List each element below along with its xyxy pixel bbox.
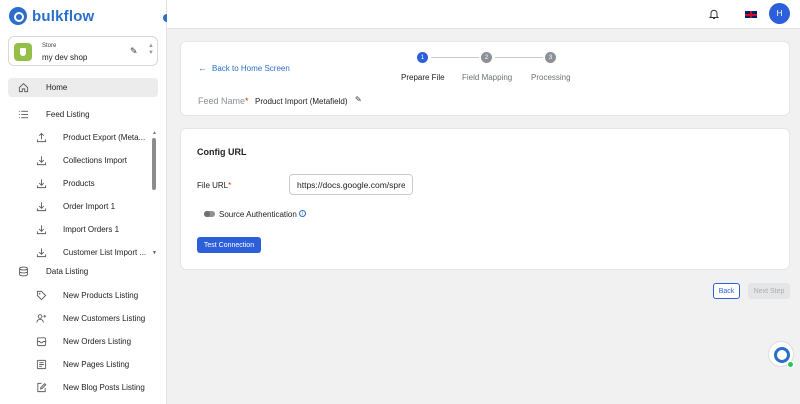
sidebar-item-label: New Blog Posts Listing [63,383,145,392]
download-icon [35,224,47,236]
file-url-label: File URL* [197,181,232,190]
bell-icon[interactable] [708,8,720,20]
import-stepper: 1 2 3 Prepare File Field Mapping Process… [181,42,791,87]
user-plus-icon [35,313,47,325]
feed-name-label: Feed Name* [198,96,249,106]
order-icon [35,336,47,348]
sidebar-item-label: New Pages Listing [63,360,130,369]
download-icon [35,247,47,259]
pencil-icon[interactable]: ✎ [130,46,138,57]
test-connection-button[interactable]: Test Connection [197,237,261,253]
sidebar-item-label: New Products Listing [63,291,139,300]
sidebar-item-label: Customer List Import ... [63,248,147,257]
online-status-icon [787,361,794,368]
step-2-label: Field Mapping [462,73,513,82]
sidebar-item-label: Collections Import [63,156,128,165]
sidebar-item-customer-list-import[interactable]: Customer List Import ... [8,243,158,262]
store-label: Store [42,43,57,49]
sidebar-item-label: Data Listing [46,267,89,276]
sidebar-item-order-import-1[interactable]: Order Import 1 [8,197,158,216]
info-icon[interactable]: i [299,210,306,217]
sidebar: bulkflow Store my dev shop ✎ ▲ ▼ Home Fee… [0,0,167,404]
step-3-label: Processing [531,73,571,82]
download-icon [35,178,47,190]
sidebar-item-data-listing[interactable]: Data Listing [8,262,158,281]
pages-icon [35,359,47,371]
app-logo[interactable]: bulkflow [9,6,94,26]
chat-widget-button[interactable] [768,341,794,368]
sidebar-item-new-pages-listing[interactable]: New Pages Listing [8,355,158,374]
app-name: bulkflow [32,7,95,25]
pencil-icon[interactable]: ✎ [355,95,362,104]
sidebar-item-label: Feed Listing [46,110,90,119]
sidebar-item-new-blog-posts-listing[interactable]: New Blog Posts Listing [8,378,158,397]
file-url-input[interactable] [289,174,413,195]
top-bar: H [167,0,800,29]
sidebar-item-new-orders-listing[interactable]: New Orders Listing [8,332,158,351]
sidebar-item-feed-listing[interactable]: Feed Listing [8,105,158,124]
step-2-indicator: 2 [481,52,492,63]
step-connector [495,57,543,58]
sidebar-scrollbar[interactable]: ▲ ▼ [152,130,157,258]
store-selector[interactable]: Store my dev shop ✎ ▲ ▼ [8,36,158,66]
sidebar-item-label: Order Import 1 [63,202,116,211]
tag-icon [35,290,47,302]
step-connector [431,57,479,58]
sidebar-item-label: Product Export (Meta... [63,133,146,142]
uk-flag-icon[interactable] [745,11,757,18]
edit-icon [35,382,47,394]
config-url-title: Config URL [197,147,247,157]
sidebar-item-label: Products [63,179,95,188]
import-header-card: ← Back to Home Screen 1 2 3 Prepare File… [180,41,790,116]
scroll-up-icon[interactable]: ▲ [152,130,157,136]
sidebar-item-products[interactable]: Products [8,174,158,193]
scroll-down-icon[interactable]: ▼ [152,250,157,256]
user-avatar[interactable]: H [769,3,790,24]
feed-name-value: Product Import (Metafield) [255,97,348,106]
bulkflow-logo-icon [9,7,27,25]
config-url-card: Config URL File URL* Source Authenticati… [180,128,790,270]
sidebar-item-label: New Orders Listing [63,337,132,346]
step-1-label: Prepare File [401,73,445,82]
sidebar-item-label: New Customers Listing [63,314,146,323]
shopify-bag-icon [14,43,32,61]
sidebar-item-home[interactable]: Home [8,78,158,97]
sidebar-item-label: Home [46,83,68,92]
sidebar-item-product-export[interactable]: Product Export (Meta... [8,128,158,147]
download-icon [35,155,47,167]
sidebar-item-collections-import[interactable]: Collections Import [8,151,158,170]
sidebar-item-label: Import Orders 1 [63,225,120,234]
database-icon [17,266,29,278]
source-authentication-toggle[interactable] [204,211,215,217]
step-1-indicator: 1 [417,52,428,63]
list-icon [17,109,29,121]
store-name: my dev shop [42,53,88,62]
scrollbar-thumb[interactable] [152,138,156,190]
back-button[interactable]: Back [713,283,740,299]
sidebar-item-new-products-listing[interactable]: New Products Listing [8,286,158,305]
home-icon [17,82,29,94]
sidebar-item-new-customers-listing[interactable]: New Customers Listing [8,309,158,328]
upload-icon [35,132,47,144]
source-authentication-label: Source Authentication [219,210,297,219]
next-step-button: Next Step [748,283,790,299]
chevron-updown-icon[interactable]: ▲ ▼ [148,43,154,57]
download-icon [35,201,47,213]
step-3-indicator: 3 [545,52,556,63]
sidebar-item-import-orders-1[interactable]: Import Orders 1 [8,220,158,239]
